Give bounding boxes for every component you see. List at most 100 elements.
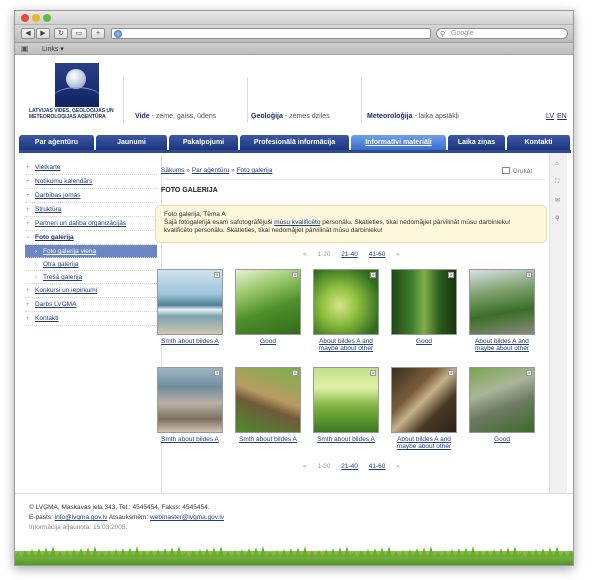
gallery-item[interactable]: ⊕ Good (389, 269, 459, 345)
photo-thumbnail[interactable]: ⊕ (157, 367, 223, 433)
photo-thumbnail[interactable]: ⊕ (313, 367, 379, 433)
gallery-item[interactable]: ⊕ Smth about bildes A (311, 367, 381, 443)
menu-profesionala-informacija[interactable]: Profesionālā informācija (240, 135, 350, 150)
photo-caption-link[interactable]: Good (467, 436, 537, 443)
photo-caption-link[interactable]: About bildes A and maybe about other (311, 338, 381, 352)
sidebar-item-vietkarte[interactable]: + Vietkarte (25, 161, 157, 175)
photo-caption-link[interactable]: Smth about bildes A (311, 436, 381, 443)
photo-caption-link[interactable]: Good (233, 338, 303, 345)
home-icon[interactable]: ⌂ (555, 161, 559, 167)
zoom-icon[interactable]: ⊕ (526, 272, 532, 278)
minimize-window-button[interactable] (32, 14, 40, 22)
photo-caption-link[interactable]: About bildes A and maybe about other (389, 436, 459, 450)
sitemap-icon[interactable]: ⛶ (555, 179, 559, 186)
photo-caption-link[interactable]: About bildes A and maybe about other (467, 338, 537, 352)
zoom-window-button[interactable] (43, 14, 51, 22)
photo-thumbnail[interactable]: ⊕ (157, 269, 223, 335)
back-button[interactable]: ◀ (21, 28, 35, 39)
grass-blade (309, 551, 315, 557)
gallery-item[interactable]: ⊕ Good (233, 269, 303, 345)
grass-blade (568, 550, 573, 557)
grass-blade (288, 548, 294, 557)
lang-lv-link[interactable]: LV (546, 113, 554, 120)
sidebar-item-partneri[interactable]: + Partneri un dalība organizācijās (25, 217, 157, 231)
photo-caption-link[interactable]: Smth about bildes A (155, 338, 225, 345)
pager-next[interactable]: » (396, 251, 400, 258)
sidebar-item-foto-galerija[interactable]: − Foto galerija (25, 231, 157, 245)
sidebar-item-darbs[interactable]: + Darbs LVĢMA (25, 298, 157, 312)
breadcrumb-link-par-agenturu[interactable]: Par aģentūru (192, 167, 230, 174)
gallery-item[interactable]: ⊕ About bildes A and maybe about other (311, 269, 381, 352)
pager-link-21-40[interactable]: 21-40 (341, 251, 358, 258)
zoom-icon[interactable]: ⊕ (370, 370, 376, 376)
pager-link-41-60[interactable]: 41-60 (369, 251, 386, 258)
pager-next[interactable]: » (396, 463, 400, 470)
menu-par-agenturu[interactable]: Par aģentūru (19, 135, 95, 150)
print-button[interactable]: Drukāt (502, 167, 532, 175)
agency-logo[interactable] (55, 63, 99, 107)
zoom-icon[interactable]: ⊕ (292, 272, 298, 278)
zoom-icon[interactable]: ⊕ (370, 272, 376, 278)
grass-blade (183, 551, 189, 557)
search-icon[interactable]: ⚲ (555, 215, 559, 222)
photo-thumbnail[interactable]: ⊕ (469, 367, 535, 433)
address-bar[interactable] (111, 28, 431, 39)
close-window-button[interactable] (21, 14, 29, 22)
pager-link-41-60[interactable]: 41-60 (369, 463, 386, 470)
gallery-item[interactable]: ⊕ Smth about bildes A (155, 367, 225, 443)
photo-caption-link[interactable]: Smth about bildes A (233, 436, 303, 443)
sidebar-subitem-foto-galerija-viena[interactable]: › Foto galerija viena (25, 245, 157, 258)
topic-geologija[interactable]: Ģeoloģija - zemes dziles (251, 113, 330, 120)
photo-caption-link[interactable]: Good (389, 338, 459, 345)
sidebar-subitem-tresa-galerija[interactable]: › Trešā galerija (25, 271, 157, 284)
zoom-icon[interactable]: ⊕ (214, 272, 220, 278)
sidebar-item-darbibas-jomas[interactable]: + Darbības jomas (25, 189, 157, 203)
gallery-item[interactable]: ⊕ About bildes A and maybe about other (467, 269, 537, 352)
search-field[interactable]: ⚲ Google (436, 28, 568, 39)
photo-thumbnail[interactable]: ⊕ (235, 367, 301, 433)
zoom-icon[interactable]: ⊕ (448, 370, 454, 376)
sidebar-item-struktura[interactable]: + Struktūra (25, 203, 157, 217)
sidebar-item-konkursi[interactable]: + Konkursi un iepirkumi (25, 284, 157, 298)
photo-thumbnail[interactable]: ⊕ (391, 367, 457, 433)
breadcrumb-link-foto-galerija[interactable]: Foto galerija (237, 167, 273, 174)
gallery-item[interactable]: ⊕ Good (467, 367, 537, 443)
book-icon[interactable]: ▣ (21, 44, 29, 53)
menu-jaunumi[interactable]: Jaunumi (96, 135, 168, 150)
forward-button[interactable]: ▶ (36, 28, 50, 39)
gallery-item[interactable]: ⊕ Smth about bildes A (155, 269, 225, 345)
zoom-icon[interactable]: ⊕ (214, 370, 220, 376)
bookmarks-links[interactable]: Links ▾ (42, 45, 64, 53)
menu-laika-zinas[interactable]: Laika ziņas (448, 135, 506, 150)
reload-button[interactable]: ↻ (54, 28, 68, 39)
add-bookmark-button[interactable]: + (91, 28, 105, 39)
pager-current: 1-20 (317, 463, 331, 470)
email-link[interactable]: info@lvgma.gov.lv (55, 514, 108, 521)
pager-link-21-40[interactable]: 21-40 (341, 463, 358, 470)
topic-meteorologija[interactable]: Meteoroloģija - laika apstākļi (367, 113, 459, 120)
gallery-item[interactable]: ⊕ About bildes A and maybe about other (389, 367, 459, 450)
sidebar-subitem-otra-galerija[interactable]: › Otra galerija (25, 258, 157, 271)
gallery-item[interactable]: ⊕ Smth about bildes A (233, 367, 303, 443)
notice-link[interactable]: mūsu kvalificēto (274, 219, 320, 226)
menu-kontakti[interactable]: Kontakti (507, 135, 571, 150)
snapback-button[interactable]: ▭ (71, 28, 87, 39)
webmaster-email-link[interactable]: webmaster@lvgma.gov.lv (150, 514, 224, 521)
photo-thumbnail[interactable]: ⊕ (391, 269, 457, 335)
zoom-icon[interactable]: ⊕ (526, 370, 532, 376)
breadcrumb-link-sakums[interactable]: Sākums (161, 167, 184, 174)
zoom-icon[interactable]: ⊕ (448, 272, 454, 278)
sidebar-item-kontakti[interactable]: + Kontakti (25, 312, 157, 326)
zoom-icon[interactable]: ⊕ (292, 370, 298, 376)
menu-pakalpojumi[interactable]: Pakalpojumi (169, 135, 239, 150)
sidebar-item-notikumu-kalendars[interactable]: + Notikumu kalendārs (25, 175, 157, 189)
photo-thumbnail[interactable]: ⊕ (235, 269, 301, 335)
topic-vide[interactable]: Vide - zeme, gaiss, ūdens (135, 113, 216, 120)
menu-informativi-materiali[interactable]: Informatīvi materiāli (351, 135, 447, 150)
photo-thumbnail[interactable]: ⊕ (469, 269, 535, 335)
mail-icon[interactable]: ✉ (555, 197, 560, 204)
photo-thumbnail[interactable]: ⊕ (313, 269, 379, 335)
grass-blade (463, 547, 469, 557)
lang-en-link[interactable]: EN (557, 113, 567, 120)
photo-caption-link[interactable]: Smth about bildes A (155, 436, 225, 443)
